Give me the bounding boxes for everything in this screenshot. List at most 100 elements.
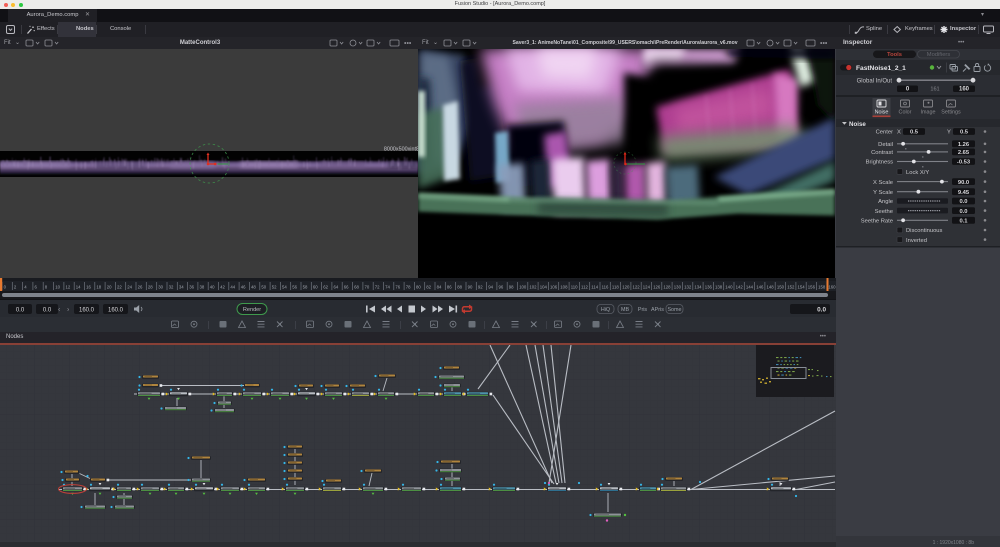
- svg-text:0.1: 0.1: [959, 219, 968, 225]
- svg-text:10: 10: [55, 285, 60, 290]
- svg-text:0.0: 0.0: [43, 307, 52, 313]
- svg-text:Seethe: Seethe: [875, 209, 893, 215]
- svg-text:Modifiers: Modifiers: [927, 52, 951, 58]
- svg-text:138: 138: [715, 285, 723, 290]
- svg-text:104: 104: [540, 285, 548, 290]
- svg-text:96: 96: [499, 285, 504, 290]
- svg-text:58: 58: [303, 285, 308, 290]
- svg-text:34: 34: [179, 285, 184, 290]
- svg-text:148: 148: [767, 285, 775, 290]
- svg-text:90: 90: [468, 285, 473, 290]
- svg-text:82: 82: [426, 285, 431, 290]
- svg-text:136: 136: [705, 285, 713, 290]
- svg-text:Discontinuous: Discontinuous: [906, 228, 943, 234]
- svg-text:Noise: Noise: [849, 121, 866, 128]
- svg-text:Color: Color: [899, 110, 912, 116]
- svg-text:APris: APris: [651, 307, 664, 313]
- svg-text:112: 112: [581, 285, 588, 290]
- svg-text:Brightness: Brightness: [866, 160, 893, 166]
- svg-text:74: 74: [385, 285, 390, 290]
- svg-text:52: 52: [272, 285, 277, 290]
- svg-text:110: 110: [571, 285, 578, 290]
- svg-text:48: 48: [251, 285, 256, 290]
- svg-text:Lock X/Y: Lock X/Y: [906, 170, 929, 176]
- svg-text:62: 62: [323, 285, 328, 290]
- svg-text:Inverted: Inverted: [906, 238, 927, 244]
- svg-text:42: 42: [220, 285, 225, 290]
- svg-text:FastNoise1_2_1: FastNoise1_2_1: [856, 65, 906, 72]
- svg-text:124: 124: [643, 285, 651, 290]
- svg-text:•••: •••: [404, 41, 412, 48]
- svg-text:140: 140: [725, 285, 733, 290]
- svg-text:14: 14: [76, 285, 81, 290]
- svg-text:HiQ: HiQ: [601, 307, 610, 313]
- svg-text:Render: Render: [243, 307, 261, 313]
- svg-text:54: 54: [282, 285, 287, 290]
- svg-text:80: 80: [416, 285, 421, 290]
- svg-text:Pris: Pris: [638, 307, 648, 313]
- svg-text:126: 126: [653, 285, 661, 290]
- svg-text:90.0: 90.0: [958, 180, 969, 186]
- svg-text:36: 36: [189, 285, 194, 290]
- svg-text:Settings: Settings: [941, 110, 961, 116]
- svg-text:Noise: Noise: [875, 110, 889, 116]
- svg-text:0.0: 0.0: [959, 199, 967, 205]
- svg-text:102: 102: [529, 285, 537, 290]
- svg-text:Global In/Out: Global In/Out: [857, 79, 893, 85]
- svg-text:•••: •••: [820, 41, 828, 48]
- svg-text:Contrast: Contrast: [871, 150, 893, 156]
- svg-text:24: 24: [127, 285, 132, 290]
- svg-text:12: 12: [66, 285, 71, 290]
- svg-text:160.0: 160.0: [108, 307, 124, 313]
- svg-text:134: 134: [694, 285, 702, 290]
- svg-text:88: 88: [457, 285, 462, 290]
- svg-text:94: 94: [488, 285, 493, 290]
- svg-text:0.0: 0.0: [16, 307, 25, 313]
- svg-text:Y Scale: Y Scale: [873, 190, 893, 196]
- svg-text:116: 116: [602, 285, 609, 290]
- svg-text:›: ›: [67, 307, 70, 314]
- svg-text:92: 92: [478, 285, 483, 290]
- svg-text:118: 118: [612, 285, 619, 290]
- svg-text:160.0: 160.0: [79, 307, 95, 313]
- svg-text:72: 72: [375, 285, 380, 290]
- svg-text:46: 46: [241, 285, 246, 290]
- svg-text:158: 158: [818, 285, 826, 290]
- svg-text:114: 114: [591, 285, 598, 290]
- svg-text:106: 106: [550, 285, 558, 290]
- svg-text:20: 20: [107, 285, 112, 290]
- svg-text:0.5: 0.5: [960, 130, 969, 136]
- svg-text:Tools: Tools: [887, 52, 902, 58]
- svg-text:9.45: 9.45: [958, 190, 970, 196]
- svg-text:161: 161: [930, 87, 939, 93]
- svg-text:28: 28: [148, 285, 153, 290]
- svg-text:1 : 1920x1080 : 8b: 1 : 1920x1080 : 8b: [933, 540, 975, 546]
- svg-text:44: 44: [230, 285, 235, 290]
- svg-text:64: 64: [334, 285, 339, 290]
- svg-text:150: 150: [777, 285, 785, 290]
- svg-text:86: 86: [447, 285, 452, 290]
- svg-text:160: 160: [828, 285, 836, 290]
- svg-text:122: 122: [633, 285, 641, 290]
- svg-text:Image: Image: [921, 110, 936, 116]
- svg-text:66: 66: [344, 285, 349, 290]
- svg-text:130: 130: [674, 285, 682, 290]
- svg-text:160: 160: [959, 87, 970, 93]
- svg-text:98: 98: [509, 285, 514, 290]
- svg-text:60: 60: [313, 285, 318, 290]
- svg-text:120: 120: [622, 285, 630, 290]
- svg-text:152: 152: [787, 285, 795, 290]
- svg-text:40: 40: [210, 285, 215, 290]
- svg-text:8000x500xint8: 8000x500xint8: [384, 147, 418, 153]
- svg-text:76: 76: [395, 285, 400, 290]
- svg-text:X Scale: X Scale: [873, 180, 893, 186]
- svg-text:Detail: Detail: [878, 142, 893, 148]
- svg-text:Y: Y: [947, 130, 951, 136]
- svg-text:22: 22: [117, 285, 122, 290]
- svg-text:68: 68: [354, 285, 359, 290]
- svg-text:32: 32: [169, 285, 174, 290]
- svg-text:-0.53: -0.53: [957, 160, 971, 166]
- svg-text:26: 26: [138, 285, 143, 290]
- svg-text:0.0: 0.0: [817, 306, 826, 313]
- svg-text:108: 108: [560, 285, 568, 290]
